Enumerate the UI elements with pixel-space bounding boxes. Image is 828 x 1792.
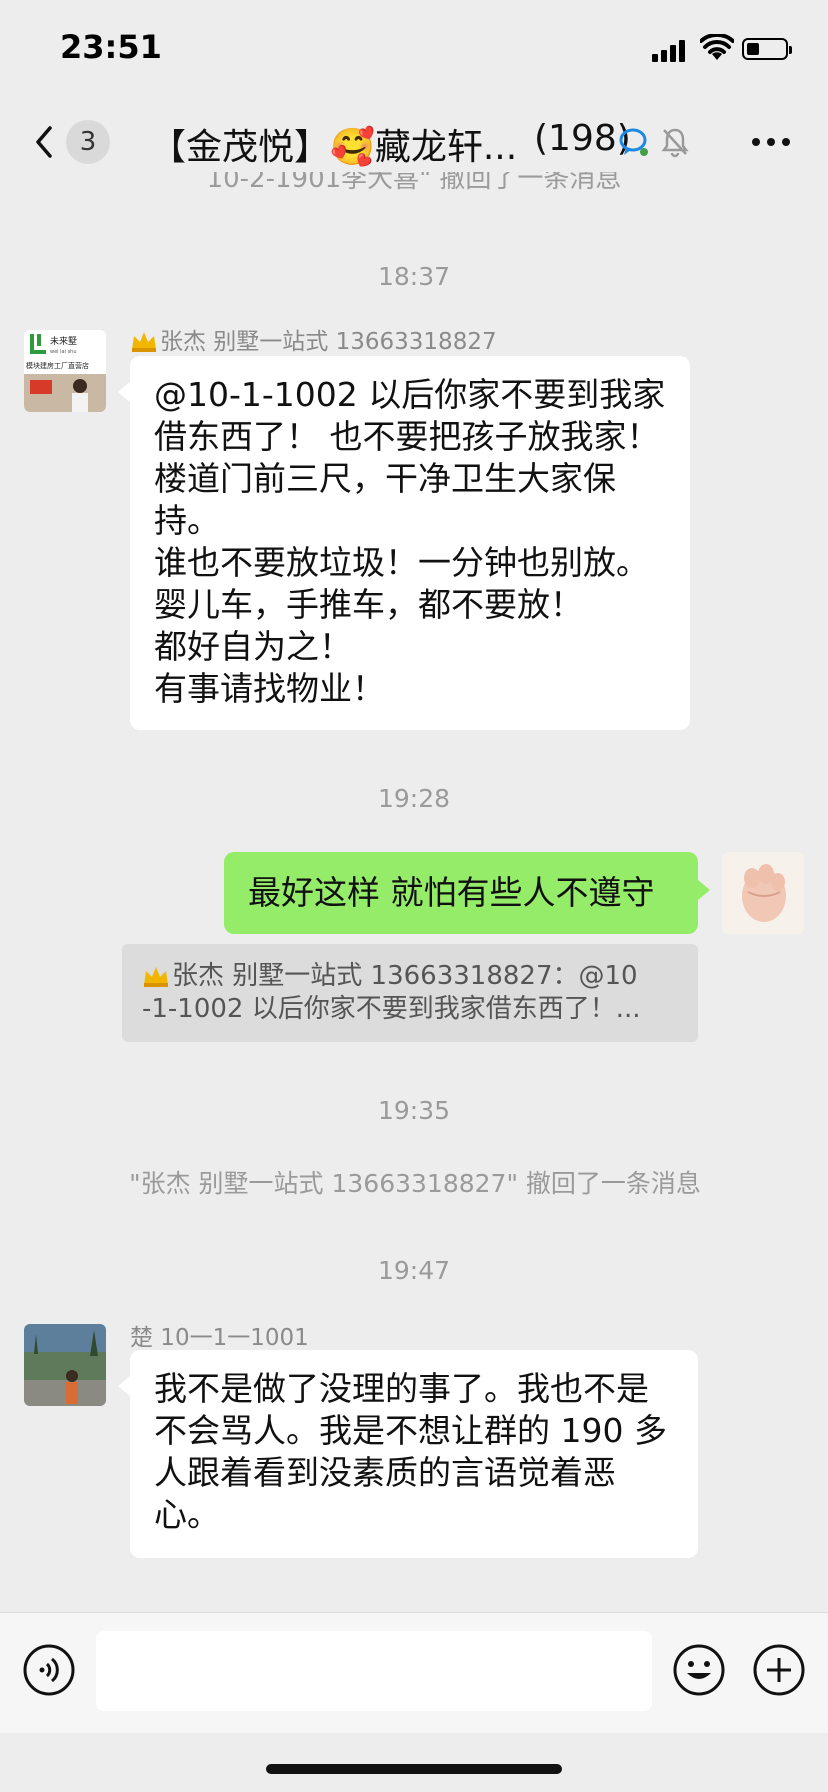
message-timestamp: 19:35 — [377, 1096, 451, 1125]
recall-notice-text: 10-2-1901李大喜" 撤回了一条消息 — [206, 172, 622, 194]
input-bar — [0, 1612, 828, 1733]
message-line: 谁也不要放垃圾！一分钟也别放。 — [154, 543, 649, 582]
quoted-message[interactable]: 张杰 别墅一站式 13663318827：@10 -1-1002 以后你家不要到… — [122, 944, 698, 1042]
status-bar: 23:51 — [0, 0, 828, 100]
company-logo-avatar: 未来墅 wei lai shu 模块建房工厂直营店 — [24, 330, 106, 412]
wifi-icon — [700, 34, 734, 60]
recall-notice-partial: 10-2-1901李大喜" 撤回了一条消息 — [0, 172, 828, 198]
recall-notice-text: "张杰 别墅一站式 13663318827" 撤回了一条消息 — [129, 1169, 701, 1198]
recall-notice: "张杰 别墅一站式 13663318827" 撤回了一条消息 — [0, 1164, 828, 1200]
message-line: 婴儿车，手推车，都不要放！ — [154, 585, 583, 624]
avatar-brand-pinyin: wei lai shu — [50, 349, 77, 355]
message-line: 借东西了！ 也不要把孩子放我家！ — [154, 417, 660, 456]
quote-line: -1-1002 以后你家不要到我家借东西了！... — [142, 994, 641, 1024]
own-avatar[interactable] — [722, 852, 804, 934]
message-timestamp: 19:47 — [377, 1256, 451, 1285]
message-timestamp: 18:37 — [377, 262, 451, 291]
message-bubble[interactable]: 我不是做了没理的事了。我也不是 不会骂人。我是不想让群的 190 多 人跟着看到… — [118, 1350, 698, 1558]
sender-name: 楚 10一1一1001 — [130, 1325, 309, 1351]
photo-avatar-image — [24, 1324, 106, 1406]
message-line: 都好自为之！ — [154, 627, 352, 666]
mute-bell-icon[interactable] — [660, 126, 690, 158]
message-bubble[interactable]: @10-1-1002 以后你家不要到我家 借东西了！ 也不要把孩子放我家！ 楼道… — [118, 356, 690, 730]
message-line: 人跟着看到没素质的言语觉着恶 — [154, 1453, 616, 1492]
member-count[interactable]: (198) — [534, 118, 631, 159]
message-line: @10-1-1002 以后你家不要到我家 — [154, 375, 666, 414]
avatar-caption: 模块建房工厂直营店 — [26, 361, 89, 370]
group-title[interactable]: 【金茂悦】🥰藏龙轩... — [150, 118, 517, 170]
crown-icon — [144, 967, 168, 987]
message-timestamp: 19:28 — [377, 784, 451, 813]
voice-input-icon[interactable] — [22, 1643, 76, 1697]
emoji-icon[interactable] — [672, 1643, 726, 1697]
quote-line-text: 张杰 别墅一站式 13663318827：@10 — [172, 961, 638, 991]
message-line: 心。 — [154, 1495, 220, 1534]
cellular-signal-icon — [652, 38, 692, 62]
avatar[interactable]: 未来墅 wei lai shu 模块建房工厂直营店 — [24, 330, 106, 412]
avatar-brand: 未来墅 — [50, 335, 77, 347]
crown-icon — [132, 332, 156, 352]
home-indicator[interactable] — [266, 1764, 562, 1774]
avatar[interactable] — [24, 1324, 106, 1406]
message-line: 我不是做了没理的事了。我也不是 — [154, 1369, 649, 1408]
own-message-bubble[interactable]: 最好这样 就怕有些人不遵守 — [224, 852, 710, 934]
more-options-icon[interactable] — [752, 138, 790, 148]
message-line: 有事请找物业！ — [154, 669, 385, 708]
message-input[interactable] — [96, 1631, 652, 1711]
chat-bubble-icon[interactable] — [618, 126, 650, 158]
quote-line: 张杰 别墅一站式 13663318827：@10 — [142, 960, 678, 993]
message-line: 不会骂人。我是不想让群的 190 多 — [154, 1411, 667, 1450]
sender-name-text: 张杰 别墅一站式 13663318827 — [160, 329, 497, 355]
message-line: 楼道门前三尺，干净卫生大家保 — [154, 459, 616, 498]
baby-fist-avatar-image — [722, 852, 804, 934]
unread-count-badge[interactable]: 3 — [66, 120, 110, 164]
status-time: 23:51 — [60, 28, 162, 66]
sender-name: 张杰 别墅一站式 13663318827 — [130, 322, 497, 356]
back-arrow-icon[interactable] — [30, 124, 60, 160]
plus-icon[interactable] — [752, 1643, 806, 1697]
message-line: 持。 — [154, 501, 220, 540]
message-line: 最好这样 就怕有些人不遵守 — [248, 873, 655, 912]
battery-icon — [742, 38, 792, 60]
